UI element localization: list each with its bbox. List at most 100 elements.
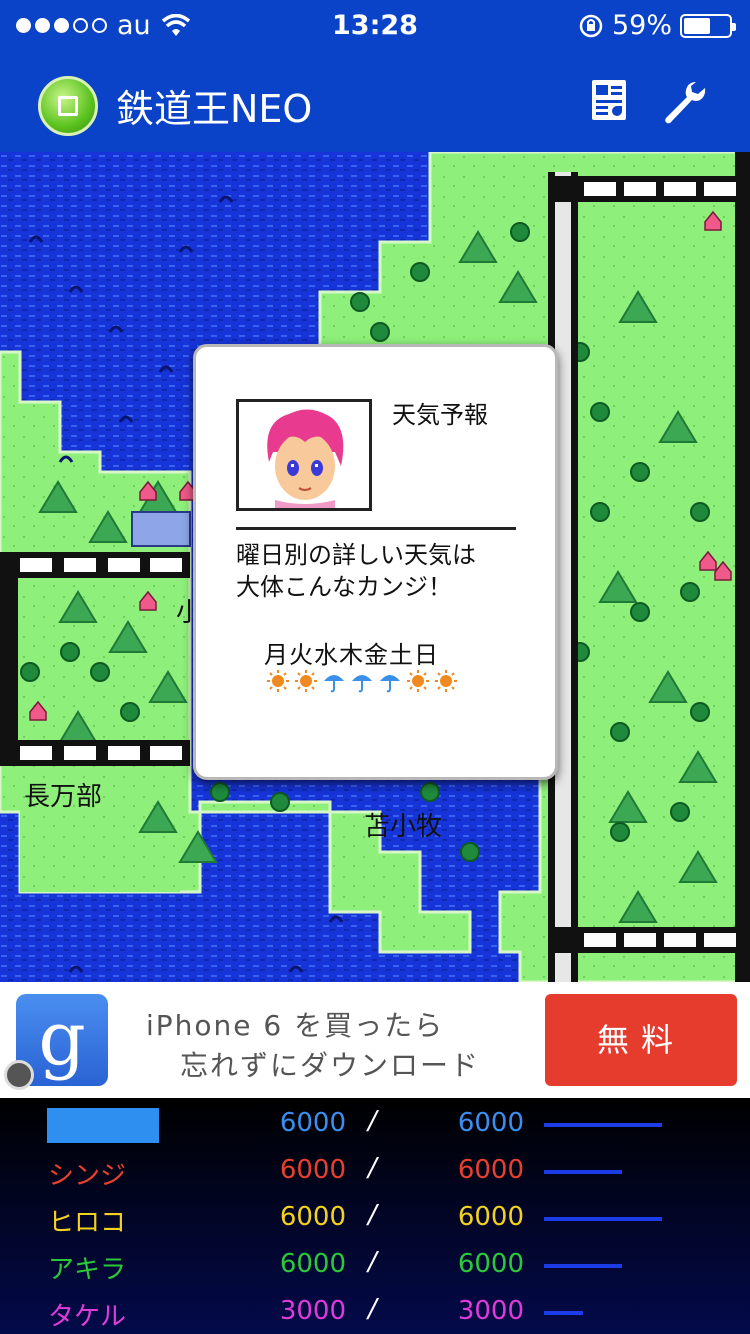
ad-text-line-2: 忘れずにダウンロード (180, 1049, 481, 1082)
value-separator: / (368, 1247, 377, 1277)
ad-text-line-1: iPhone 6 を買ったら (146, 1009, 445, 1042)
rail-tile (20, 746, 52, 760)
umbrella-icon (378, 669, 402, 693)
sun-icon (294, 669, 318, 693)
battery-icon (680, 13, 736, 38)
umbrella-icon (322, 669, 346, 693)
forecast-icons (266, 669, 458, 693)
player-row: 6000 / 6000 (0, 1102, 750, 1148)
top-bar: au 13:28 59% 鉄道王NEO (0, 0, 750, 152)
dialog-message: 曜日別の詳しい天気は 大体こんなカンジ！ (236, 539, 476, 603)
rail-tile (150, 558, 182, 572)
tree-icon (510, 222, 530, 242)
tree-icon (270, 792, 290, 812)
rail-tile (704, 182, 736, 196)
info-icon[interactable] (4, 1060, 34, 1090)
tree-icon (690, 502, 710, 522)
tree-icon (410, 262, 430, 282)
tree-icon (460, 842, 480, 862)
tree-icon (610, 722, 630, 742)
tree-icon (370, 322, 390, 342)
tree-icon (680, 582, 700, 602)
player-value: 6000 (279, 1202, 346, 1232)
sun-icon (266, 669, 290, 693)
tree-icon (630, 462, 650, 482)
rail-tile (64, 558, 96, 572)
umbrella-icon (350, 669, 374, 693)
building-icon (131, 511, 191, 547)
weather-dialog[interactable]: 天気予報 曜日別の詳しい天気は 大体こんなカンジ！ 月火水木金土日 (193, 344, 558, 780)
status-right: 59% (578, 10, 736, 41)
player-row: ヒロコ 6000 / 6000 (0, 1196, 750, 1242)
player-value: 6000 (279, 1108, 346, 1138)
station-label[interactable]: 長万部 (24, 776, 102, 813)
sun-icon (434, 669, 458, 693)
tree-icon (120, 702, 140, 722)
dialog-divider (236, 527, 516, 530)
rail-tile (624, 182, 656, 196)
status-bar: au 13:28 59% (0, 0, 750, 52)
player-gauge (544, 1170, 622, 1174)
tree-icon (690, 702, 710, 722)
news-icon[interactable] (592, 80, 626, 120)
player-max-value: 6000 (457, 1155, 524, 1185)
sun-icon (406, 669, 430, 693)
tree-icon (60, 642, 80, 662)
tree-icon (610, 822, 630, 842)
player-name: タケル (48, 1302, 127, 1332)
player-max-value: 6000 (457, 1249, 524, 1279)
rail-tile (108, 558, 140, 572)
value-separator: / (368, 1200, 377, 1230)
rail-tile (704, 933, 736, 947)
player-gauge (544, 1217, 662, 1221)
player-name: シンジ (48, 1161, 127, 1191)
rail-tile (664, 933, 696, 947)
rail-tile (624, 933, 656, 947)
player-status-panel: 6000 / 6000 シンジ 6000 / 6000 ヒロコ 6000 / 6000 アキラ 6000… (0, 1098, 750, 1334)
dialog-line-1: 曜日別の詳しい天気は (236, 541, 476, 569)
rail-tile (150, 746, 182, 760)
player-row: シンジ 6000 / 6000 (0, 1149, 750, 1195)
rail-tile (20, 558, 52, 572)
tree-icon (90, 662, 110, 682)
player-gauge (544, 1311, 583, 1315)
tree-icon (590, 402, 610, 422)
player-gauge (544, 1123, 662, 1127)
station-label[interactable]: 苫小牧 (364, 806, 442, 843)
tree-icon (630, 602, 650, 622)
player-row: アキラ 6000 / 6000 (0, 1243, 750, 1289)
dialog-line-2: 大体こんなカンジ！ (236, 573, 452, 601)
tree-icon (350, 292, 370, 312)
player-value: 3000 (279, 1296, 346, 1326)
tree-icon (670, 802, 690, 822)
player-name: アキラ (48, 1255, 127, 1285)
app-logo-icon[interactable] (38, 76, 98, 136)
rail-tile (108, 746, 140, 760)
rail-tile (584, 933, 616, 947)
player-row: タケル 3000 / 3000 (0, 1290, 750, 1334)
tree-icon (590, 502, 610, 522)
rail-tile (64, 746, 96, 760)
tree-icon (420, 782, 440, 802)
player-name: ヒロコ (48, 1208, 127, 1238)
player-value: 6000 (279, 1249, 346, 1279)
wrench-icon[interactable] (660, 78, 708, 126)
tree-icon (210, 782, 230, 802)
player-color-bar (47, 1108, 159, 1143)
player-gauge (544, 1264, 622, 1268)
player-max-value: 6000 (457, 1108, 524, 1138)
player-value: 6000 (279, 1155, 346, 1185)
dialog-title: 天気予報 (392, 401, 488, 429)
player-max-value: 6000 (457, 1202, 524, 1232)
ad-free-button[interactable]: 無料 (545, 994, 737, 1086)
tree-icon (20, 662, 40, 682)
rotation-lock-icon (579, 14, 603, 37)
player-max-value: 3000 (457, 1296, 524, 1326)
ad-banner[interactable]: g iPhone 6 を買ったら 忘れずにダウンロード 無料 (0, 982, 750, 1098)
rail-tile (664, 182, 696, 196)
rail-tile (584, 182, 616, 196)
value-separator: / (368, 1294, 377, 1324)
battery-percent: 59% (611, 10, 672, 41)
value-separator: / (368, 1106, 377, 1136)
character-portrait (236, 399, 372, 511)
